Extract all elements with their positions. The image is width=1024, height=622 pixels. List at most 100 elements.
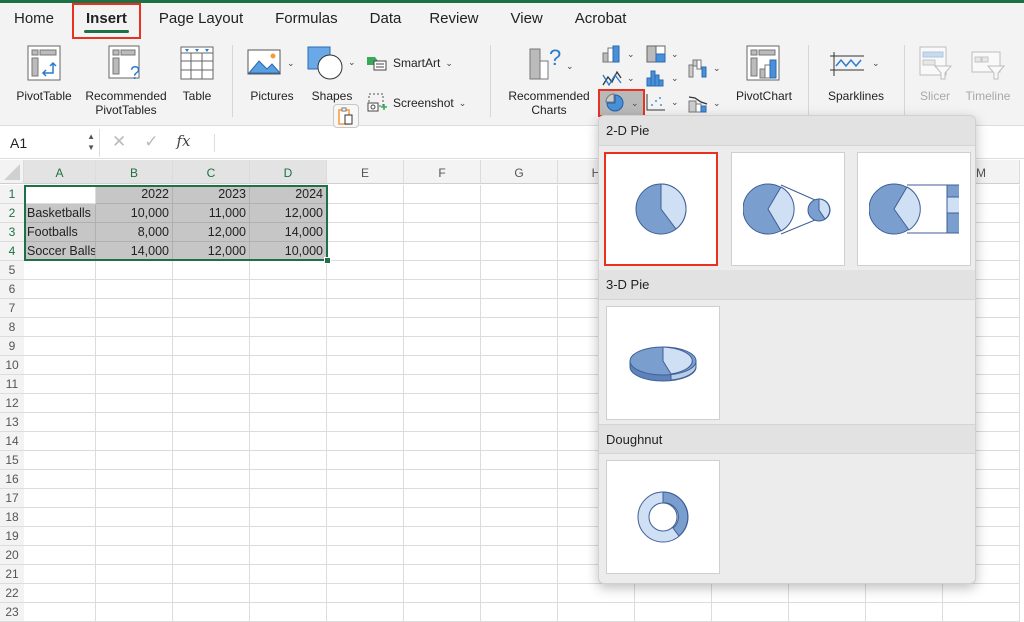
cell-C3[interactable]: 12,000 <box>173 223 250 242</box>
tab-home[interactable]: Home <box>0 3 68 39</box>
cell-A23[interactable] <box>24 603 96 622</box>
cell-E16[interactable] <box>327 470 404 489</box>
cell-A19[interactable] <box>24 527 96 546</box>
cell-C5[interactable] <box>173 261 250 280</box>
cell-F23[interactable] <box>404 603 481 622</box>
cell-C21[interactable] <box>173 565 250 584</box>
name-box[interactable]: A1 ▲ ▼ <box>0 129 100 157</box>
cell-C13[interactable] <box>173 413 250 432</box>
cell-E9[interactable] <box>327 337 404 356</box>
cell-D10[interactable] <box>250 356 327 375</box>
cell-C23[interactable] <box>173 603 250 622</box>
cell-G6[interactable] <box>481 280 558 299</box>
cell-E4[interactable] <box>327 242 404 261</box>
screenshot-button[interactable]: Screenshot ⌄ <box>366 93 466 113</box>
cell-D7[interactable] <box>250 299 327 318</box>
column-header[interactable]: G <box>481 160 558 184</box>
cell-A20[interactable] <box>24 546 96 565</box>
cell-A1[interactable] <box>24 185 96 204</box>
cell-E22[interactable] <box>327 584 404 603</box>
cell-G22[interactable] <box>481 584 558 603</box>
cell-B6[interactable] <box>96 280 173 299</box>
column-header[interactable]: C <box>173 160 250 184</box>
pictures-button[interactable]: ⌄ Pictures <box>244 43 300 103</box>
cell-D21[interactable] <box>250 565 327 584</box>
cell-E21[interactable] <box>327 565 404 584</box>
select-all-corner[interactable] <box>0 160 24 184</box>
cell-D14[interactable] <box>250 432 327 451</box>
cell-C16[interactable] <box>173 470 250 489</box>
cell-G14[interactable] <box>481 432 558 451</box>
cell-G3[interactable] <box>481 223 558 242</box>
cell-G20[interactable] <box>481 546 558 565</box>
cell-C9[interactable] <box>173 337 250 356</box>
cell-E14[interactable] <box>327 432 404 451</box>
cell-C12[interactable] <box>173 394 250 413</box>
recommended-pivottables-button[interactable]: ? Recommended PivotTables <box>80 43 172 117</box>
cell-A5[interactable] <box>24 261 96 280</box>
cell-F8[interactable] <box>404 318 481 337</box>
cell-G21[interactable] <box>481 565 558 584</box>
cell-C7[interactable] <box>173 299 250 318</box>
row-header[interactable]: 19 <box>0 527 24 546</box>
cell-D17[interactable] <box>250 489 327 508</box>
tab-page-layout[interactable]: Page Layout <box>145 3 257 39</box>
cell-C10[interactable] <box>173 356 250 375</box>
tab-acrobat[interactable]: Acrobat <box>557 3 641 39</box>
cell-C19[interactable] <box>173 527 250 546</box>
cell-E15[interactable] <box>327 451 404 470</box>
bar-of-pie-option[interactable] <box>857 152 971 266</box>
cell-D2[interactable]: 12,000 <box>250 204 327 223</box>
cell-F15[interactable] <box>404 451 481 470</box>
cell-E11[interactable] <box>327 375 404 394</box>
tab-data[interactable]: Data <box>352 3 416 39</box>
cell-C18[interactable] <box>173 508 250 527</box>
cell-C15[interactable] <box>173 451 250 470</box>
cell-B5[interactable] <box>96 261 173 280</box>
cell-F9[interactable] <box>404 337 481 356</box>
cell-G5[interactable] <box>481 261 558 280</box>
cell-F3[interactable] <box>404 223 481 242</box>
row-header[interactable]: 10 <box>0 356 24 375</box>
cell-E23[interactable] <box>327 603 404 622</box>
cell-F20[interactable] <box>404 546 481 565</box>
cell-E5[interactable] <box>327 261 404 280</box>
cell-B12[interactable] <box>96 394 173 413</box>
cell-L23[interactable] <box>866 603 943 622</box>
row-header[interactable]: 18 <box>0 508 24 527</box>
cell-D12[interactable] <box>250 394 327 413</box>
cell-A18[interactable] <box>24 508 96 527</box>
cell-F13[interactable] <box>404 413 481 432</box>
cell-B19[interactable] <box>96 527 173 546</box>
cell-G19[interactable] <box>481 527 558 546</box>
cell-G12[interactable] <box>481 394 558 413</box>
cell-A8[interactable] <box>24 318 96 337</box>
cell-A11[interactable] <box>24 375 96 394</box>
cell-M22[interactable] <box>943 584 1020 603</box>
column-header[interactable]: D <box>250 160 327 184</box>
cell-H22[interactable] <box>558 584 635 603</box>
cell-F12[interactable] <box>404 394 481 413</box>
cell-E1[interactable] <box>327 185 404 204</box>
cell-B23[interactable] <box>96 603 173 622</box>
cell-B11[interactable] <box>96 375 173 394</box>
function-icon[interactable]: fx <box>177 132 191 152</box>
cell-G16[interactable] <box>481 470 558 489</box>
cell-A14[interactable] <box>24 432 96 451</box>
row-header[interactable]: 12 <box>0 394 24 413</box>
timeline-button[interactable]: Timeline <box>960 43 1016 103</box>
cell-G2[interactable] <box>481 204 558 223</box>
cell-C20[interactable] <box>173 546 250 565</box>
cell-A7[interactable] <box>24 299 96 318</box>
recommended-charts-button[interactable]: ? ⌄ Recommended Charts <box>503 43 595 117</box>
cell-D1[interactable]: 2024 <box>250 185 327 204</box>
tab-formulas[interactable]: Formulas <box>257 3 352 39</box>
cell-D3[interactable]: 14,000 <box>250 223 327 242</box>
cell-B1[interactable]: 2022 <box>96 185 173 204</box>
pivottable-button[interactable]: PivotTable <box>12 43 76 103</box>
cell-E10[interactable] <box>327 356 404 375</box>
row-header[interactable]: 21 <box>0 565 24 584</box>
cell-F16[interactable] <box>404 470 481 489</box>
cell-D19[interactable] <box>250 527 327 546</box>
cell-D18[interactable] <box>250 508 327 527</box>
